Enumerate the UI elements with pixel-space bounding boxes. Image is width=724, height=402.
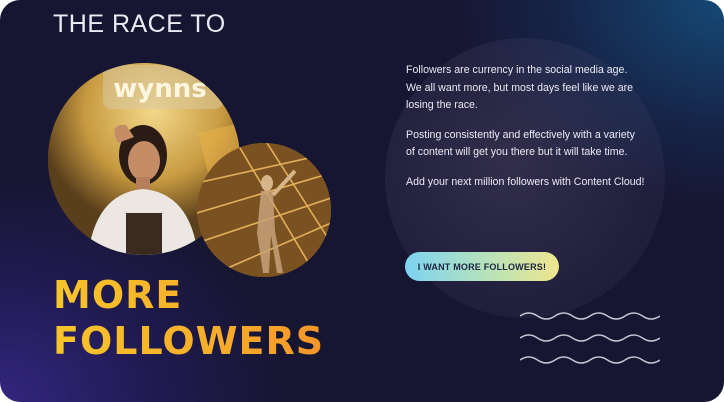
body-paragraph-3: Add your next million followers with Con… [406,175,645,188]
main-headline: MORE FOLLOWERS [53,272,324,364]
promo-card: THE RACE TO wynns MORE FOLLOWERS Followe… [0,0,724,402]
body-paragraph-1: Followers are currency in the social med… [406,64,634,111]
dancer-photo-illustration [197,143,331,277]
decorative-waves-icon [520,312,660,364]
neon-sign-text: wynns [113,74,206,104]
headline-line-2: FOLLOWERS [53,319,325,363]
kicker-heading: THE RACE TO [53,10,226,38]
body-paragraph-2: Posting consistently and effectively wit… [406,128,635,159]
headline-line-1: MORE [53,273,183,317]
more-followers-button[interactable]: I WANT MORE FOLLOWERS! [405,252,559,281]
dancer-photo [197,143,331,277]
body-copy: Followers are currency in the social med… [406,62,646,203]
